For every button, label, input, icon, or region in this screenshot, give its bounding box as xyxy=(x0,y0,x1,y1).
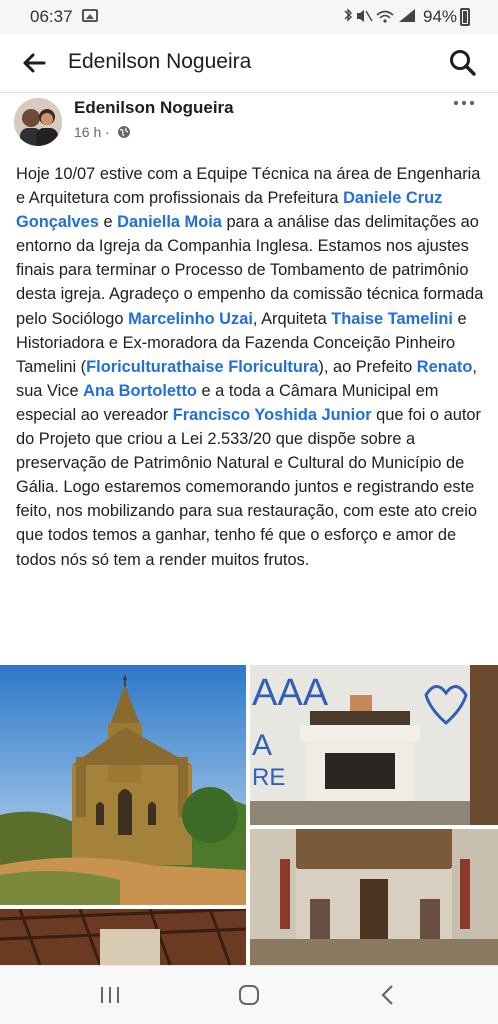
arrow-left-icon xyxy=(23,53,46,73)
app-title: Edenilson Nogueira xyxy=(68,50,252,73)
app-bar: Edenilson Nogueira xyxy=(0,34,498,93)
photo-church-exterior[interactable] xyxy=(0,665,246,905)
post-text-segment: e xyxy=(98,213,118,232)
mention-link[interactable]: Francisco Yoshida Junior xyxy=(173,406,372,424)
gallery-icon xyxy=(82,9,98,22)
status-time: 06:37 xyxy=(30,7,73,26)
search-button[interactable] xyxy=(446,46,480,80)
search-icon xyxy=(450,50,476,76)
mention-link[interactable]: Renato xyxy=(417,358,473,376)
status-bar: 06:37 94% xyxy=(0,0,498,34)
wifi-icon xyxy=(376,10,394,16)
svg-text:A: A xyxy=(252,729,272,762)
mute-icon xyxy=(357,10,364,22)
photo-altar-graffiti[interactable]: AAA A RE xyxy=(250,665,498,825)
globe-icon xyxy=(117,125,131,142)
mention-link[interactable]: Ana Bortoletto xyxy=(83,382,197,400)
status-icons xyxy=(343,7,421,28)
recent-apps-icon xyxy=(101,987,119,1003)
home-icon xyxy=(239,985,259,1005)
bluetooth-icon xyxy=(344,8,352,22)
post-text-segment: ), ao Prefeito xyxy=(318,357,417,376)
avatar[interactable] xyxy=(14,98,62,146)
graffiti-text: AAA xyxy=(252,672,329,714)
system-nav-bar xyxy=(0,965,498,1024)
back-button[interactable] xyxy=(18,48,50,78)
recent-apps-button[interactable] xyxy=(90,978,130,1012)
back-icon xyxy=(381,985,393,1005)
post-time: 16 h · xyxy=(74,124,110,140)
post-text-segment: , Arquiteta xyxy=(252,309,332,328)
svg-text:RE: RE xyxy=(252,764,285,791)
avatar-photo xyxy=(14,98,62,146)
mention-link[interactable]: Marcelinho Uzai xyxy=(128,310,253,328)
mute-slash xyxy=(365,10,373,22)
post-author[interactable]: Edenilson Nogueira xyxy=(74,98,234,118)
battery-percent: 94% xyxy=(423,7,458,26)
post-text-segment: que foi o autor do Projeto que criou a L… xyxy=(16,405,481,569)
mention-link[interactable]: Daniella Moia xyxy=(117,213,222,231)
mention-link[interactable]: Thaise Tamelini xyxy=(331,310,453,328)
battery-icon xyxy=(460,8,470,26)
more-horizontal-icon xyxy=(453,100,475,106)
post-meta: 16 h · xyxy=(74,124,131,142)
post-text: Hoje 10/07 estive com a Equipe Técnica n… xyxy=(16,162,490,572)
more-options-button[interactable] xyxy=(448,96,480,116)
mention-link[interactable]: Floriculturathaise Floricultura xyxy=(86,358,318,376)
connectivity-icons xyxy=(344,8,415,23)
back-nav-button[interactable] xyxy=(368,978,408,1012)
photo-church-interior[interactable] xyxy=(250,829,498,965)
photo-ruined-roof[interactable] xyxy=(0,909,246,965)
home-button[interactable] xyxy=(229,978,269,1012)
signal-icon xyxy=(399,9,415,22)
